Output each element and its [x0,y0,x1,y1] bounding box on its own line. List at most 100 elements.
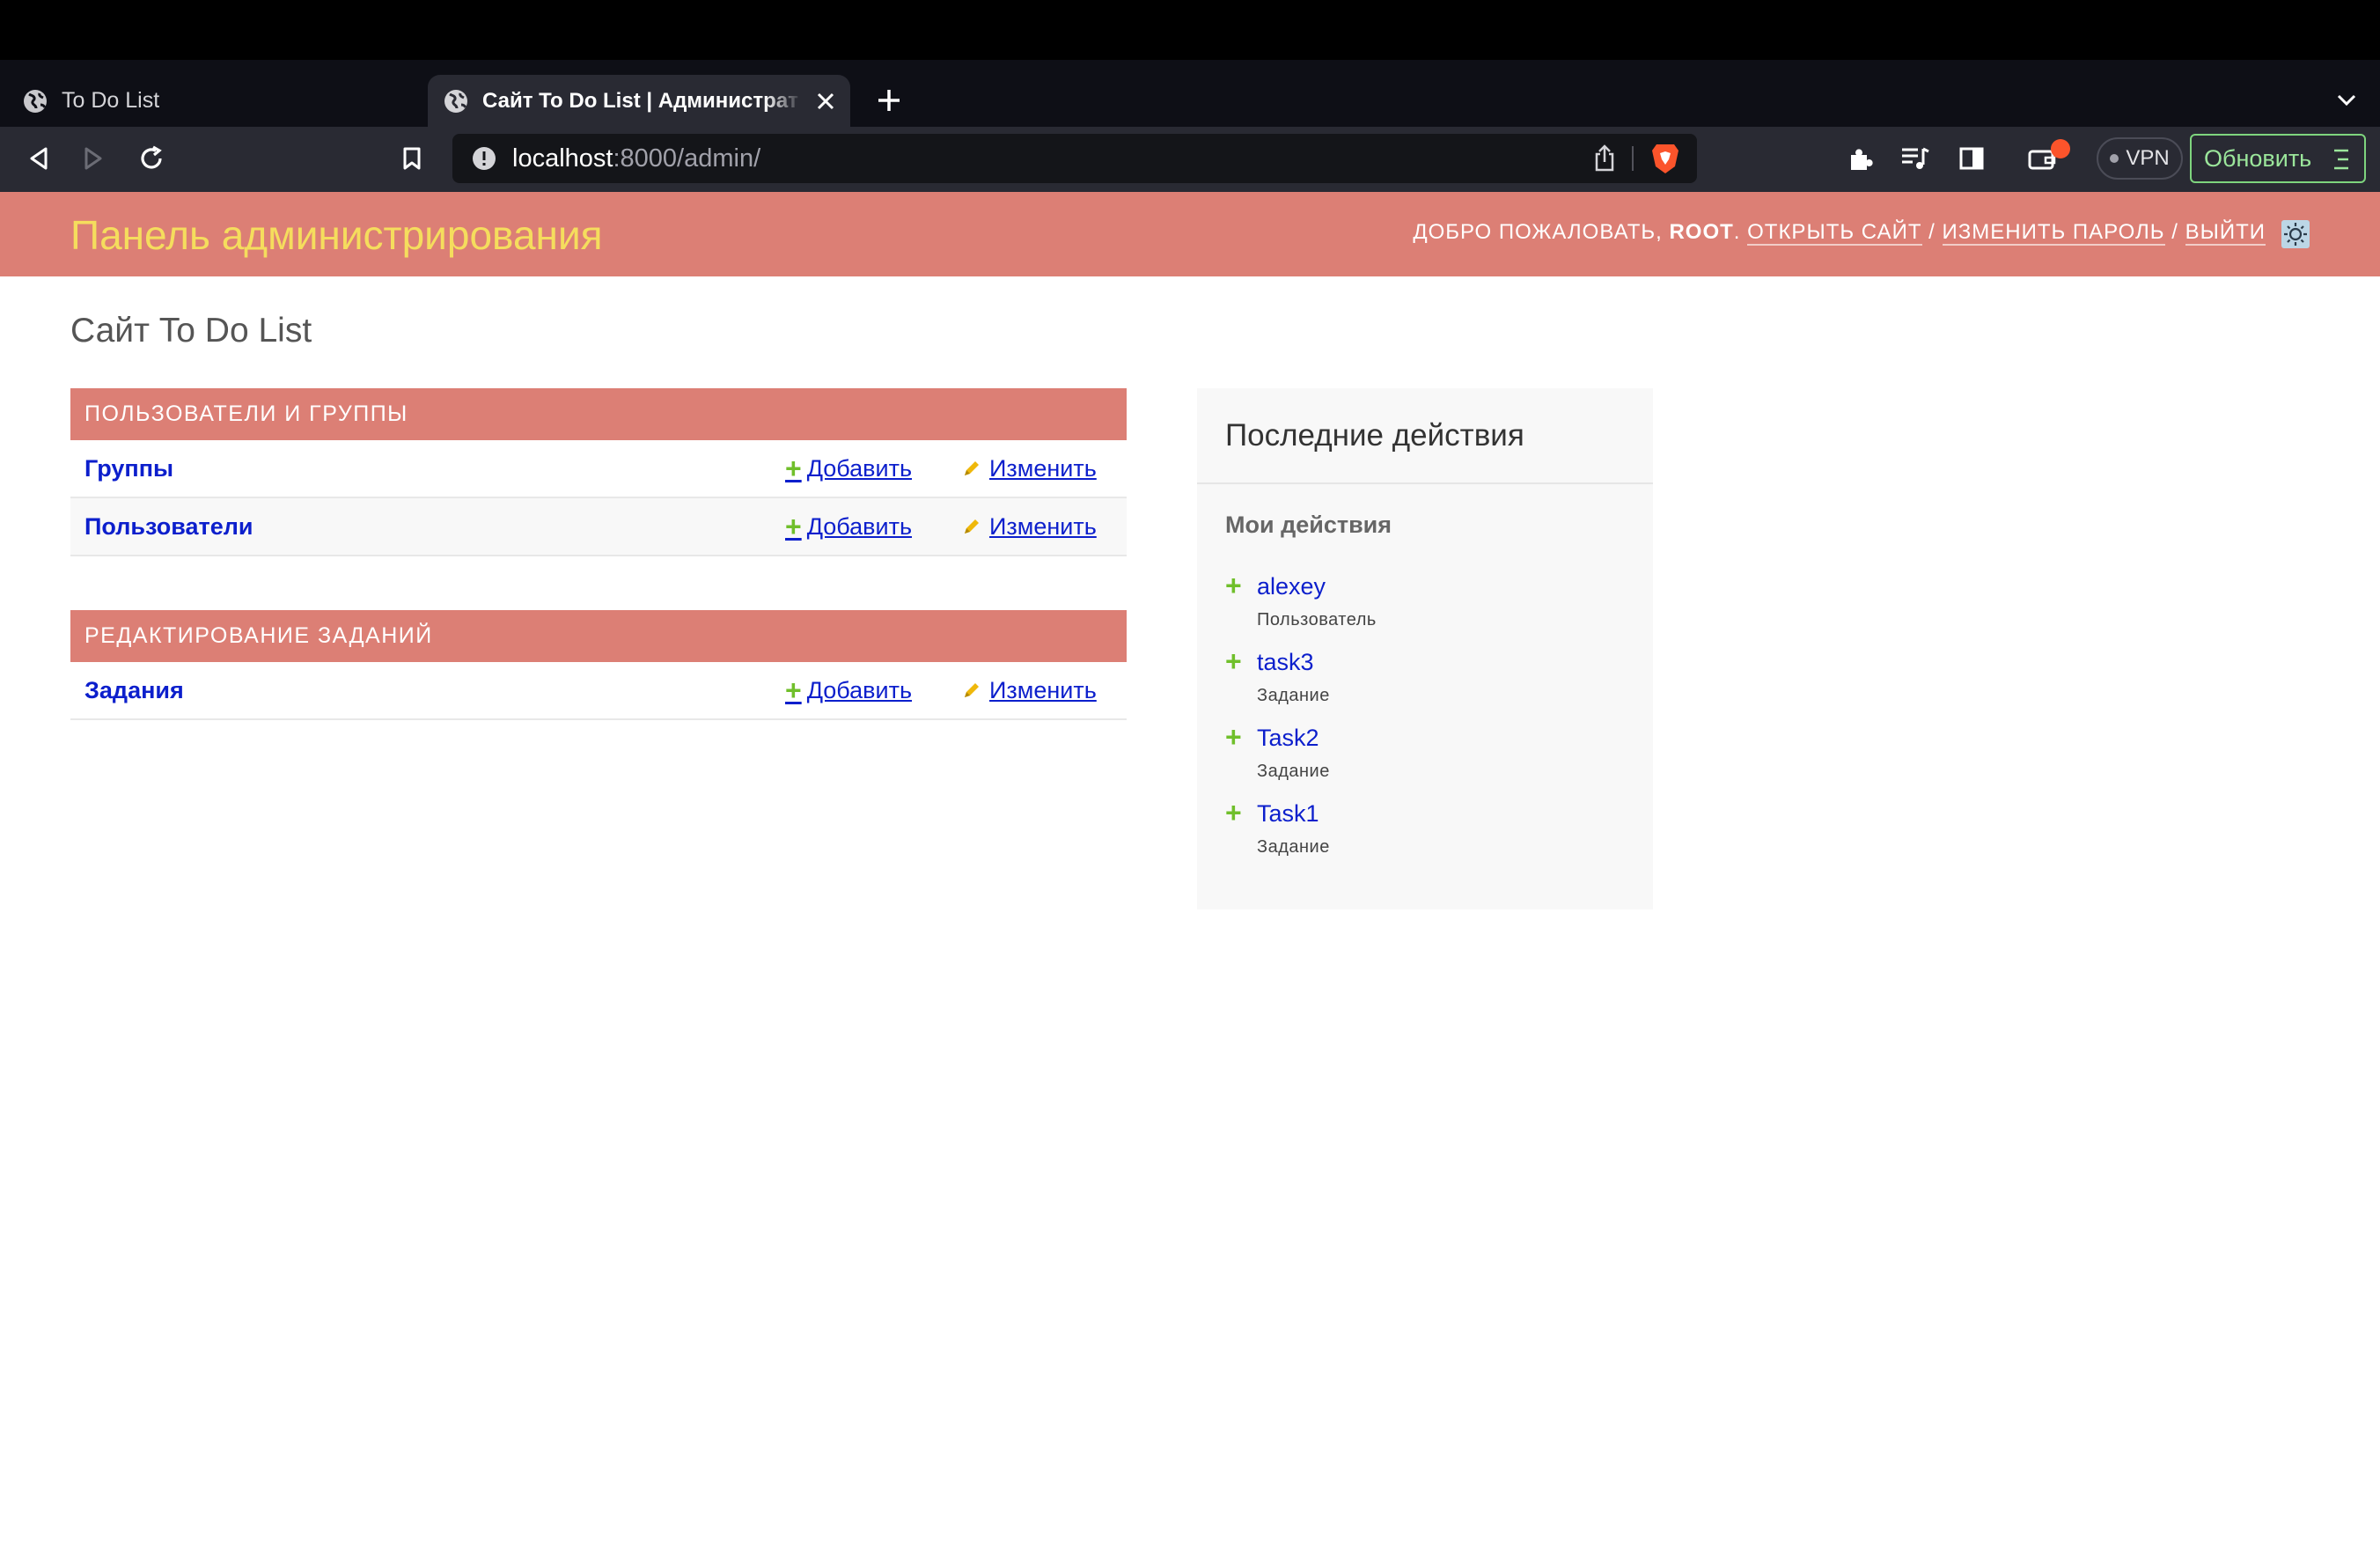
addlink-icon: + [1225,570,1242,601]
plus-icon: + [785,674,802,706]
add-link[interactable]: + Добавить [785,454,912,482]
tab-admin[interactable]: Сайт To Do List | Администрат [428,75,850,127]
page-title: Сайт To Do List [70,312,312,350]
vpn-button[interactable]: VPN [2097,137,2183,180]
add-link[interactable]: + Добавить [785,676,912,704]
add-link[interactable]: + Добавить [785,512,912,541]
window-titlebar [0,0,2380,60]
playlist-icon [1902,147,1929,169]
url-host: localhost [512,144,613,173]
separator: / [1921,220,1943,244]
vpn-status-dot [2110,154,2119,163]
change-label: Изменить [989,512,1097,540]
model-link[interactable]: Пользователи [84,513,253,541]
tab-title: Сайт To Do List | Администрат [482,88,798,113]
reload-button[interactable] [132,139,171,178]
recent-actions-panel: Последние действия Мои действия + alexey… [1197,388,1653,909]
back-button[interactable] [19,139,58,178]
notification-badge [2051,139,2070,158]
vpn-label: VPN [2126,146,2170,170]
url-text: localhost:8000/admin/ [512,144,760,173]
site-brand[interactable]: Панель администрирования [70,211,603,259]
after-user-text: . [1733,220,1748,244]
action-type: Задание [1257,837,1330,857]
menu-icon [2334,149,2348,170]
app-module-tasks: Редактирование заданий Задания + Добавить… [70,610,1127,720]
pencil-icon [965,519,979,534]
extensions-button[interactable] [1841,139,1880,178]
address-bar[interactable]: localhost:8000/admin/ [452,134,1697,183]
forward-button[interactable] [74,139,113,178]
sun-icon [2281,220,2310,248]
recent-actions-title: Последние действия [1225,418,1524,453]
action-type: Пользователь [1257,610,1377,629]
add-label: Добавить [806,454,913,482]
action-link[interactable]: Task2 [1257,725,1319,752]
bookmark-button[interactable] [393,139,431,178]
model-row-groups: Группы + Добавить Изменить [70,440,1127,498]
module-caption[interactable]: Редактирование заданий [70,610,1127,662]
model-row-tasks: Задания + Добавить Изменить [70,662,1127,720]
playlist-button[interactable] [1896,139,1935,178]
reload-icon [141,145,162,169]
add-label: Добавить [806,676,913,703]
action-link[interactable]: task3 [1257,649,1314,676]
puzzle-icon [1851,149,1873,170]
sidebar-icon [1959,147,1984,170]
update-label: Обновить [2204,144,2312,172]
forward-icon [84,147,102,170]
globe-icon [444,89,467,113]
close-tab-button[interactable] [812,87,840,115]
tab-title: To Do List [62,88,160,113]
browser-toolbar: localhost:8000/admin/ VPN Обновить [0,127,2380,192]
change-label: Изменить [989,454,1097,482]
change-label: Изменить [989,676,1097,703]
chevron-down-icon [2337,94,2356,107]
username: root [1669,220,1734,244]
model-link[interactable]: Задания [84,677,184,704]
addlink-icon: + [1225,645,1242,677]
change-password-link[interactable]: Изменить пароль [1942,220,2165,246]
logout-link[interactable]: Выйти [2185,220,2266,246]
my-actions-title: Мои действия [1225,512,1392,538]
plus-icon: + [785,511,802,542]
new-tab-button[interactable] [870,81,908,120]
pencil-icon [965,461,979,475]
plus-icon: + [785,453,802,484]
back-icon [30,147,48,170]
pencil-icon [965,683,979,697]
change-link[interactable]: Изменить [961,513,1097,541]
plus-icon [878,90,900,111]
app-module-auth: Пользователи и группы Группы + Добавить И… [70,388,1127,556]
model-row-users: Пользователи + Добавить Изменить [70,498,1127,556]
globe-icon [24,89,47,113]
action-link[interactable]: Task1 [1257,800,1319,828]
action-type: Задание [1257,686,1330,705]
separator: / [2164,220,2185,244]
tab-list-button[interactable] [2329,83,2364,118]
action-type: Задание [1257,762,1330,781]
change-link[interactable]: Изменить [961,455,1097,482]
brave-shields-icon[interactable] [1649,142,1681,175]
view-site-link[interactable]: Открыть сайт [1747,220,1922,246]
action-link[interactable]: alexey [1257,573,1326,600]
welcome-text: Добро пожаловать, [1413,220,1670,244]
site-info-icon[interactable] [470,144,498,173]
divider [1197,482,1653,484]
theme-toggle-button[interactable] [2280,218,2311,250]
module-caption[interactable]: Пользователи и группы [70,388,1127,440]
sidebar-button[interactable] [1952,139,1991,178]
update-button[interactable]: Обновить [2190,134,2366,183]
bookmark-icon [403,147,421,170]
share-icon[interactable] [1593,144,1616,173]
add-label: Добавить [806,512,913,540]
user-tools: Добро пожаловать, root. Открыть сайт / И… [1413,220,2266,246]
addlink-icon: + [1225,721,1242,753]
model-link[interactable]: Группы [84,455,173,482]
addlink-icon: + [1225,797,1242,828]
admin-header: Панель администрирования Добро пожаловат… [0,192,2380,276]
close-icon [817,92,834,110]
change-link[interactable]: Изменить [961,677,1097,704]
tab-todo-list[interactable]: To Do List [0,75,424,127]
url-path: :8000/admin/ [613,144,761,173]
